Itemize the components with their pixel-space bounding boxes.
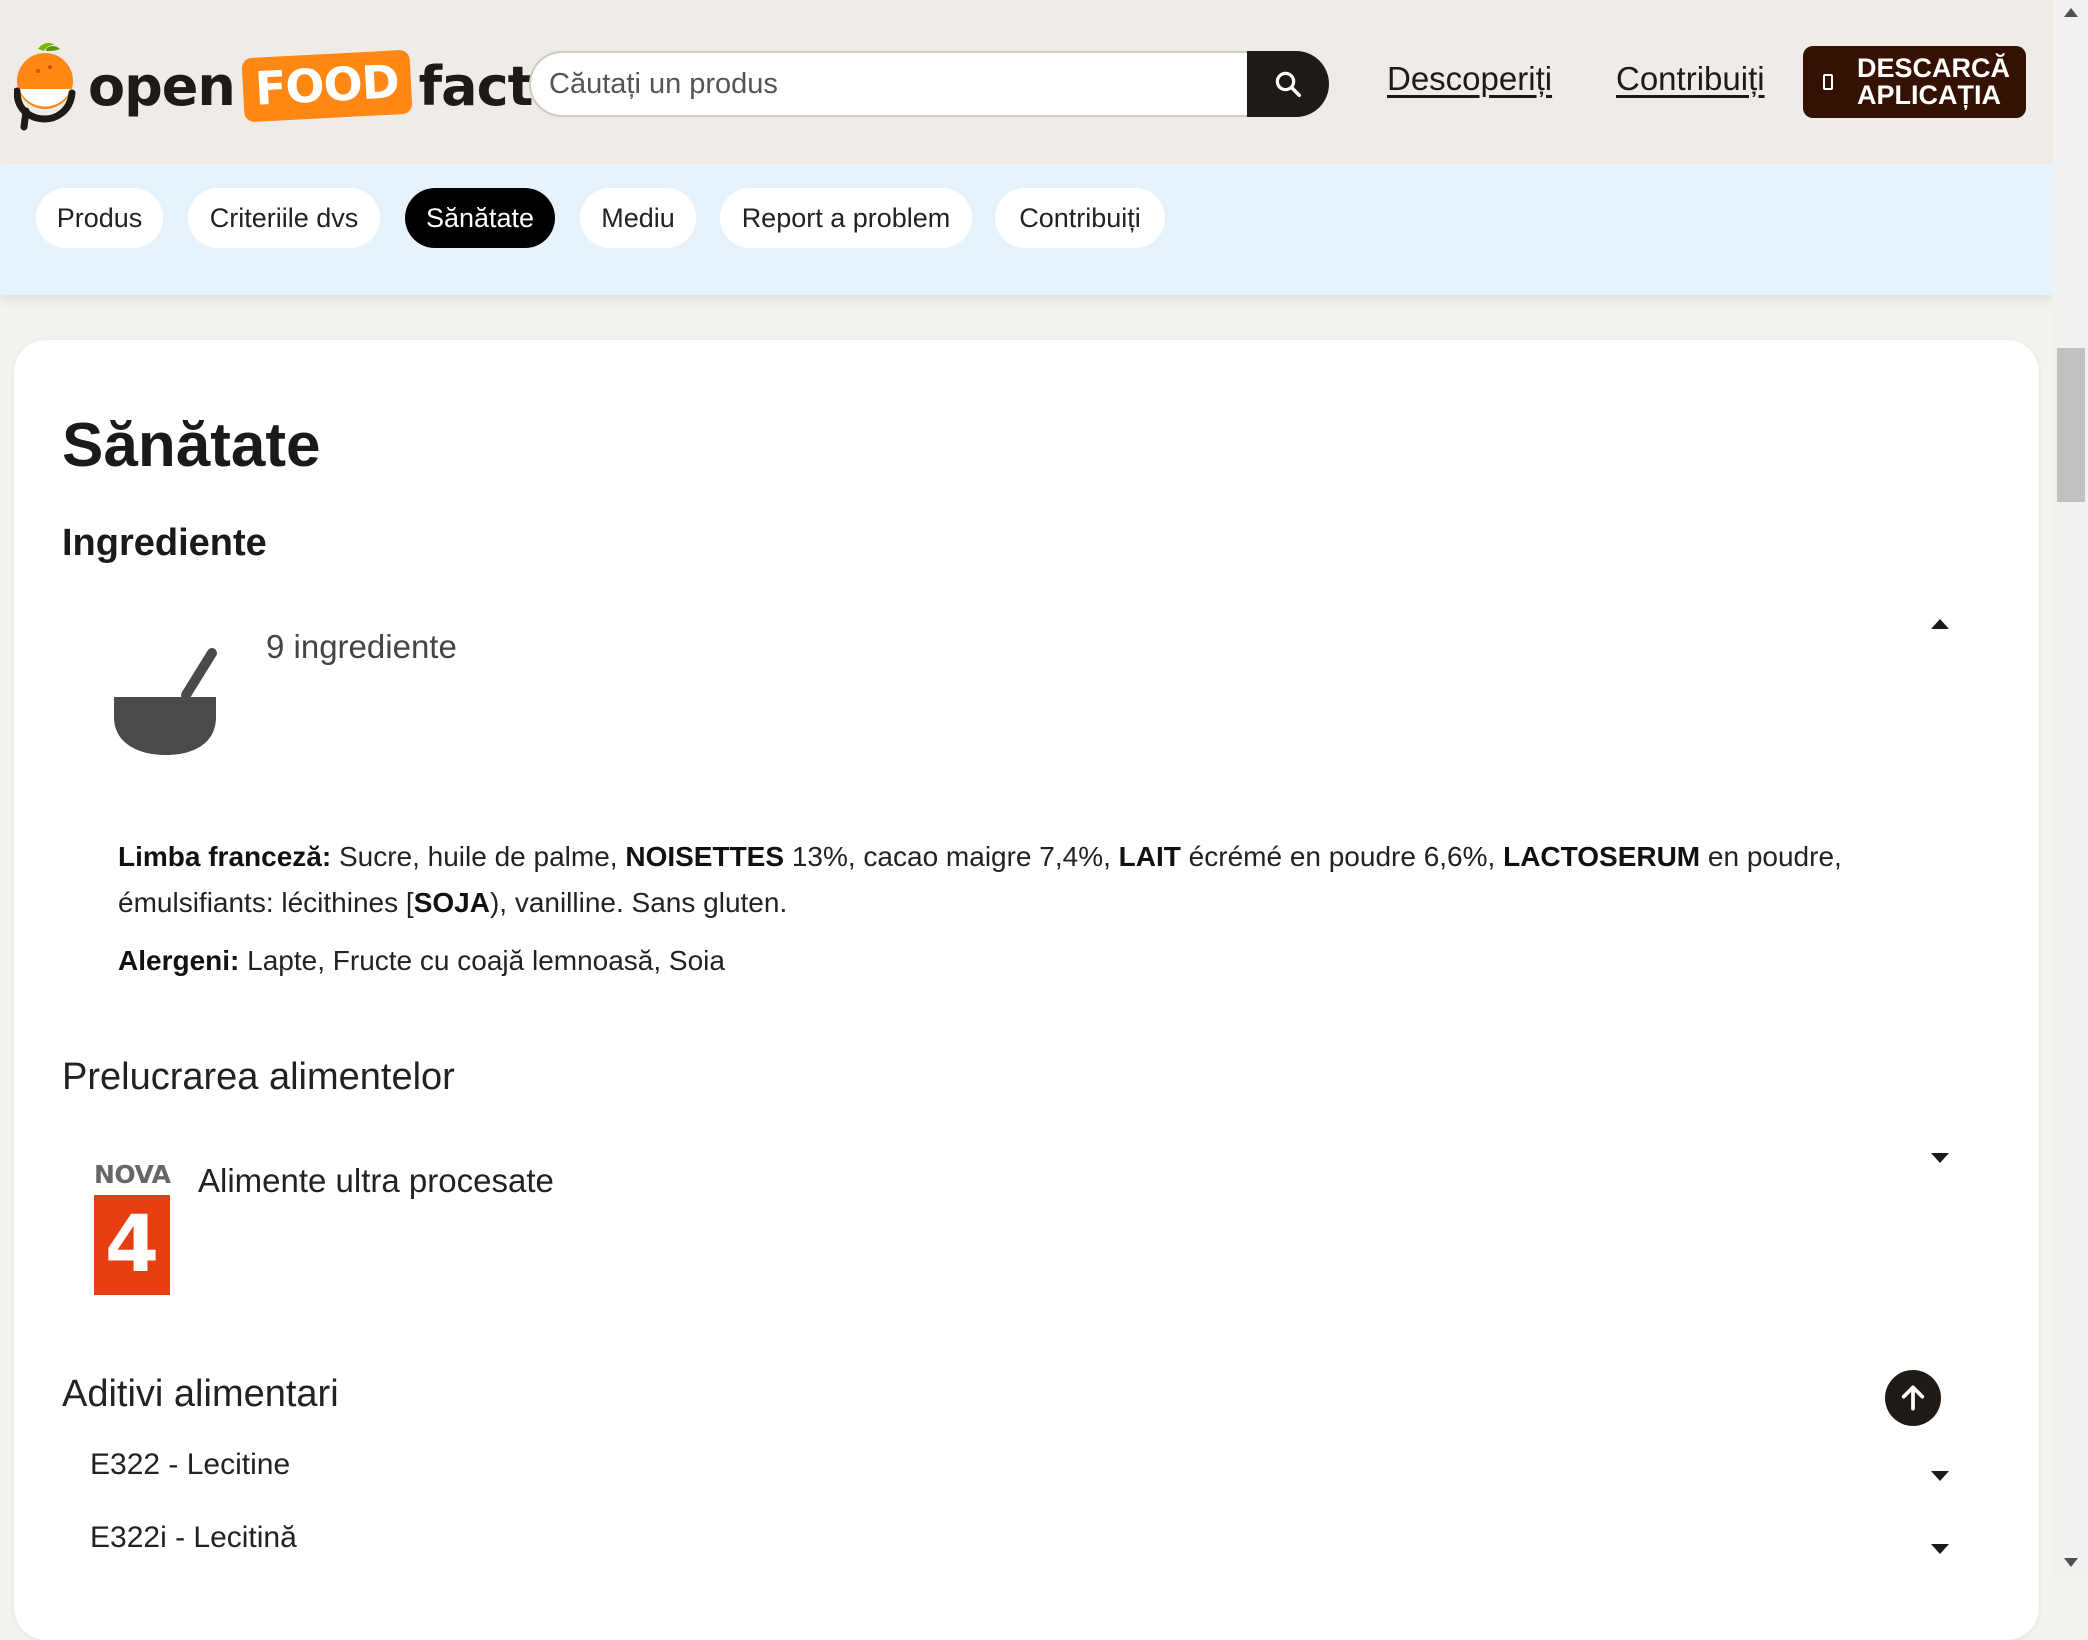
search-bar xyxy=(529,51,1329,117)
ingredient-text-segment: Sucre, huile de palme, xyxy=(338,841,626,872)
scroll-down-arrow-icon[interactable] xyxy=(2064,1558,2078,1567)
scrollbar-thumb[interactable] xyxy=(2057,348,2085,502)
chevron-down-icon[interactable] xyxy=(1931,1153,1949,1163)
search-button[interactable] xyxy=(1247,51,1329,117)
section-tabs: Produs Criteriile dvs Sănătate Mediu Rep… xyxy=(0,164,2053,295)
ingredients-language-label: Limba franceză: xyxy=(118,841,332,872)
page-title: Sănătate xyxy=(62,411,321,480)
tab-report-problem[interactable]: Report a problem xyxy=(720,188,972,248)
top-header: open FOOD facts Descoperiți Contribuiți … xyxy=(0,0,2053,164)
allergens-label: Alergeni: xyxy=(118,945,240,976)
arrow-up-icon xyxy=(1901,1385,1925,1411)
scroll-to-top-button[interactable] xyxy=(1885,1370,1941,1426)
tab-contribute[interactable]: Contribuiți xyxy=(995,188,1165,248)
nova-badge: NOVA 4 xyxy=(94,1160,171,1295)
ingredient-text-segment: ), vanilline. Sans gluten. xyxy=(489,887,788,918)
ingredients-count[interactable]: 9 ingrediente xyxy=(266,628,457,666)
allergen-ingredient: SOJA xyxy=(413,887,490,918)
additives-heading: Aditivi alimentari xyxy=(62,1373,339,1415)
logo-word-food: FOOD xyxy=(241,49,413,123)
chevron-down-icon[interactable] xyxy=(1931,1471,1949,1481)
bowl-icon xyxy=(114,648,217,755)
allergen-ingredient: LAIT xyxy=(1118,841,1181,872)
ingredients-content: Sucre, huile de palme, NOISETTES 13%, ca… xyxy=(118,841,1842,918)
ingredient-text-segment: 13%, cacao maigre 7,4%, xyxy=(784,841,1119,872)
nova-group-value: 4 xyxy=(94,1195,170,1295)
scroll-up-arrow-icon[interactable] xyxy=(2064,8,2078,17)
nova-label: NOVA xyxy=(94,1160,171,1189)
search-icon xyxy=(1275,71,1301,97)
additive-item[interactable]: E322i - Lecitină xyxy=(90,1521,297,1555)
download-app-button[interactable]: DESCARCĂ APLICAȚIA xyxy=(1803,46,2026,118)
download-app-label: DESCARCĂ APLICAȚIA xyxy=(1857,53,2011,110)
ingredients-text: Limba franceză: Sucre, huile de palme, N… xyxy=(118,834,1918,926)
ingredients-list: Limba franceză: Sucre, huile de palme, N… xyxy=(118,834,1918,984)
phone-icon xyxy=(1823,74,1833,90)
allergen-ingredient: NOISETTES xyxy=(625,841,785,872)
additive-item[interactable]: E322 - Lecitine xyxy=(90,1448,290,1482)
page-scrollbar[interactable] xyxy=(2053,0,2088,1578)
chevron-down-icon[interactable] xyxy=(1931,1544,1949,1554)
tab-health[interactable]: Sănătate xyxy=(405,188,555,248)
logo-word-open: open xyxy=(88,54,236,118)
processing-heading: Prelucrarea alimentelor xyxy=(62,1056,455,1098)
ingredient-text-segment: écrémé en poudre 6,6%, xyxy=(1180,841,1504,872)
site-logo[interactable]: open FOOD facts xyxy=(14,36,565,136)
nav-discover-link[interactable]: Descoperiți xyxy=(1387,60,1552,98)
allergens-value: Lapte, Fructe cu coajă lemnoasă, Soia xyxy=(247,945,725,976)
ingredients-heading: Ingrediente xyxy=(62,522,267,564)
processing-description[interactable]: Alimente ultra procesate xyxy=(198,1162,554,1200)
search-input[interactable] xyxy=(529,51,1247,117)
health-card: Sănătate Ingrediente 9 ingrediente Limba… xyxy=(14,340,2039,1640)
tab-product[interactable]: Produs xyxy=(36,188,163,248)
tab-environment[interactable]: Mediu xyxy=(580,188,696,248)
tab-criteria[interactable]: Criteriile dvs xyxy=(188,188,380,248)
allergen-ingredient: LACTOSERUM xyxy=(1503,841,1701,872)
allergens-line: Alergeni: Lapte, Fructe cu coajă lemnoas… xyxy=(118,938,1918,984)
nav-contribute-link[interactable]: Contribuiți xyxy=(1616,60,1765,98)
chevron-up-icon[interactable] xyxy=(1931,619,1949,629)
logo-mark-icon xyxy=(14,42,76,131)
